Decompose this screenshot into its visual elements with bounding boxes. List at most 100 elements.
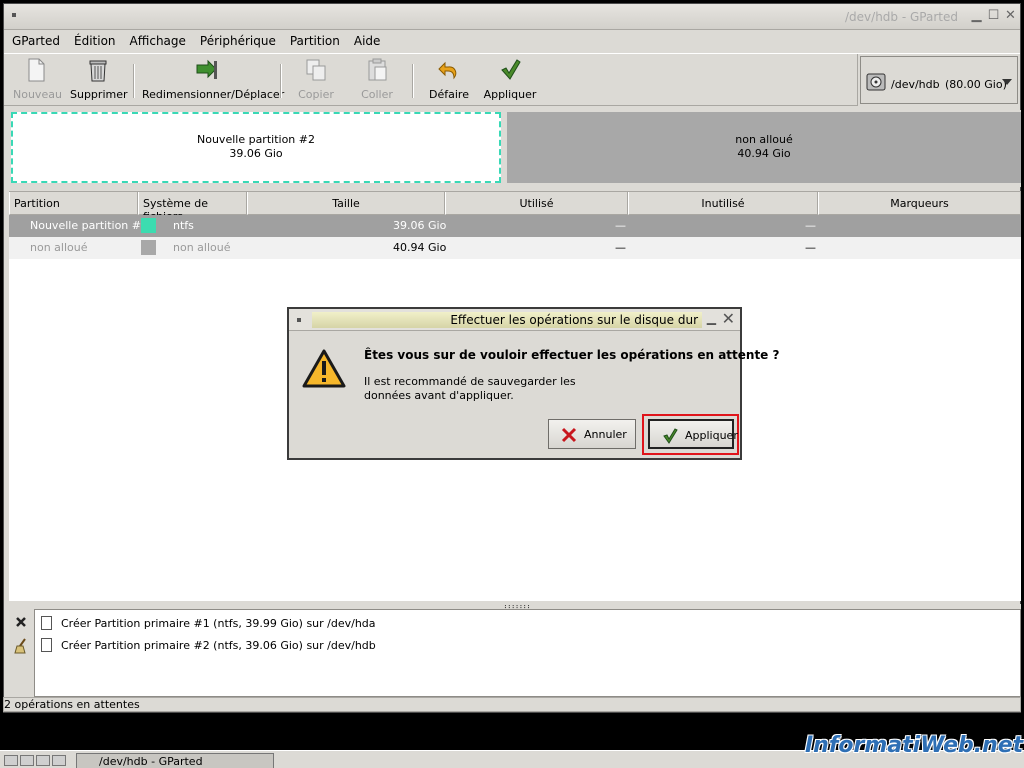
resize-move-label: Redimensionner/Déplacer: [142, 88, 285, 101]
chevron-down-icon[interactable]: [1002, 79, 1012, 85]
dialog-body: Il est recommandé de sauvegarder les don…: [364, 375, 576, 402]
fs-color-swatch: [141, 240, 156, 255]
operations-pane: ⁝⁝⁝⁝⁝⁝⁝ Créer Partition primaire #1 (ntf…: [9, 604, 1021, 699]
document-icon: [41, 638, 52, 652]
header-partition[interactable]: Partition: [9, 192, 138, 215]
status-bar: 2 opérations en attentes: [3, 697, 1021, 712]
toolbar-separator: [133, 64, 135, 98]
close-icon[interactable]: ✕: [722, 309, 735, 328]
apply-label: Appliquer: [685, 429, 738, 442]
copy-button[interactable]: Copier: [296, 58, 336, 101]
operation-text: Créer Partition primaire #2 (ntfs, 39.06…: [61, 639, 376, 652]
header-flags[interactable]: Marqueurs: [818, 192, 1021, 215]
partition-map: Nouvelle partition #2 39.06 Gio non allo…: [9, 110, 1021, 187]
table-row[interactable]: Nouvelle partition #2 ntfs 39.06 Gio — —: [9, 215, 1021, 237]
paste-label: Coller: [361, 88, 393, 101]
apply-button[interactable]: Appliquer: [648, 419, 738, 449]
dialog-heading: Êtes vous sur de vouloir effectuer les o…: [364, 348, 780, 362]
header-size[interactable]: Taille: [247, 192, 445, 215]
device-selector[interactable]: /dev/hdb (80.00 Gio): [857, 54, 1020, 106]
header-used[interactable]: Utilisé: [445, 192, 628, 215]
window-title: /dev/hdb - GParted: [845, 10, 958, 24]
cell-partition: Nouvelle partition #2: [30, 219, 148, 232]
cell-filesystem: ntfs: [173, 219, 194, 232]
cancel-label: Annuler: [584, 428, 627, 441]
document-icon: [41, 616, 52, 630]
maximize-icon[interactable]: ☐: [986, 9, 1001, 24]
taskbar-task-gparted[interactable]: /dev/hdb - GParted: [76, 753, 274, 768]
copy-label: Copier: [298, 88, 334, 101]
partition-map-unalloc-size: 40.94 Gio: [737, 147, 791, 160]
device-size: (80.00 Gio): [945, 78, 1007, 91]
menubar: GParted Édition Affichage Périphérique Parti…: [4, 31, 1020, 53]
close-icon[interactable]: ✕: [1003, 9, 1018, 24]
cell-size: 40.94 Gio: [393, 241, 447, 254]
partition-map-partition[interactable]: Nouvelle partition #2 39.06 Gio: [11, 112, 501, 183]
cell-unused: —: [805, 241, 816, 254]
checkmark-icon: [501, 59, 521, 80]
partition-map-unalloc-name: non alloué: [735, 133, 793, 146]
cancel-x-icon: [561, 427, 577, 443]
cell-used: —: [615, 241, 626, 254]
menu-gparted[interactable]: GParted: [4, 31, 66, 48]
undo-button[interactable]: Défaire: [425, 58, 473, 101]
menu-partition[interactable]: Partition: [282, 31, 346, 48]
resize-move-button[interactable]: Redimensionner/Déplacer: [142, 58, 285, 101]
delete-label: Supprimer: [70, 88, 128, 101]
undo-label: Défaire: [429, 88, 469, 101]
window-titlebar[interactable]: /dev/hdb - GParted ▁ ☐ ✕: [4, 4, 1020, 30]
cell-size: 39.06 Gio: [393, 219, 447, 232]
partition-map-unallocated[interactable]: non alloué 40.94 Gio: [507, 112, 1021, 183]
menu-peripherique[interactable]: Périphérique: [192, 31, 282, 48]
partition-map-part-name: Nouvelle partition #2: [197, 133, 315, 146]
watermark-logo: InformatiWeb.net: [805, 733, 1024, 758]
device-combo[interactable]: /dev/hdb (80.00 Gio): [860, 56, 1018, 104]
minimize-icon[interactable]: ▁: [969, 9, 984, 24]
warning-icon: [302, 349, 346, 388]
header-filesystem[interactable]: Système de fichiers: [138, 192, 247, 223]
operations-sidebar: [9, 611, 33, 696]
undo-icon: [438, 61, 457, 80]
menu-affichage[interactable]: Affichage: [122, 31, 192, 48]
status-text: 2 opérations en attentes: [4, 698, 140, 711]
apply-confirm-dialog: Effectuer les opérations sur le disque d…: [287, 307, 779, 460]
trash-icon: [89, 60, 107, 82]
toolbar-separator: [412, 64, 414, 98]
operation-text: Créer Partition primaire #1 (ntfs, 39.99…: [61, 617, 376, 630]
copy-icon: [306, 59, 326, 81]
header-unused[interactable]: Inutilisé: [628, 192, 818, 215]
clear-operation-icon[interactable]: [15, 616, 27, 628]
table-row[interactable]: non alloué non alloué 40.94 Gio — —: [9, 237, 1021, 259]
toolbar-separator: [280, 64, 282, 98]
table-header: Partition Système de fichiers Taille Uti…: [9, 192, 1021, 223]
new-button[interactable]: Nouveau: [13, 58, 62, 101]
taskbar-task-label: /dev/hdb - GParted: [99, 755, 203, 768]
cell-partition: non alloué: [30, 241, 88, 254]
apply-toolbar-label: Appliquer: [483, 88, 537, 101]
harddisk-icon: [866, 73, 886, 91]
partition-map-part-size: 39.06 Gio: [229, 147, 283, 160]
window-menu-icon[interactable]: [12, 13, 16, 17]
menu-aide[interactable]: Aide: [346, 31, 387, 48]
new-document-icon: [28, 58, 45, 82]
menu-edition[interactable]: Édition: [66, 31, 122, 48]
paste-icon: [368, 58, 387, 81]
cell-filesystem: non alloué: [173, 241, 231, 254]
apply-toolbar-button[interactable]: Appliquer: [483, 58, 537, 101]
operations-list: Créer Partition primaire #1 (ntfs, 39.99…: [34, 609, 1021, 697]
device-name: /dev/hdb: [891, 78, 940, 91]
new-label: Nouveau: [13, 88, 62, 101]
cell-unused: —: [805, 219, 816, 232]
minimize-icon[interactable]: ▁: [707, 311, 716, 325]
cell-used: —: [615, 219, 626, 232]
delete-button[interactable]: Supprimer: [70, 58, 128, 101]
resize-arrow-icon: [196, 59, 217, 79]
dialog-titlebar[interactable]: Effectuer les opérations sur le disque d…: [289, 309, 740, 331]
paste-button[interactable]: Coller: [357, 58, 397, 101]
broom-icon[interactable]: [13, 638, 29, 654]
workspace-pager[interactable]: [4, 755, 70, 767]
fs-color-swatch: [141, 218, 156, 233]
dialog-menu-icon[interactable]: [297, 318, 301, 322]
dialog-title: Effectuer les opérations sur le disque d…: [450, 313, 698, 327]
cancel-button[interactable]: Annuler: [548, 419, 636, 449]
